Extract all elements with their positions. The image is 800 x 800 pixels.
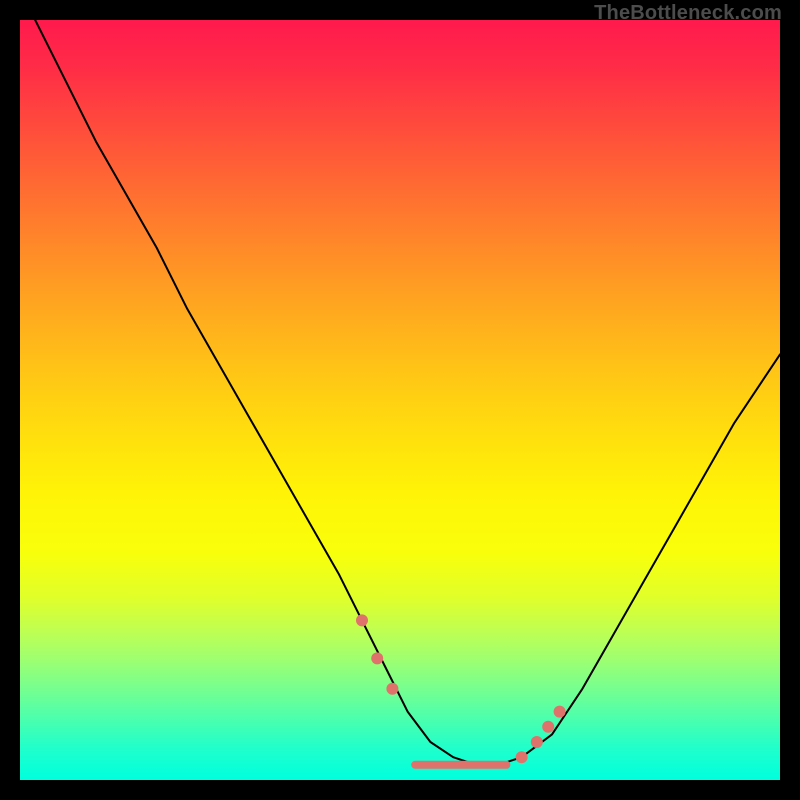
bottleneck-curve (35, 20, 780, 765)
marker-dot (386, 683, 398, 695)
plot-area (20, 20, 780, 780)
marker-dot (542, 721, 554, 733)
chart-frame: TheBottleneck.com (0, 0, 800, 800)
marker-dot (531, 736, 543, 748)
chart-svg (20, 20, 780, 780)
marker-dot (516, 751, 528, 763)
marker-dot (356, 614, 368, 626)
watermark-label: TheBottleneck.com (594, 2, 782, 25)
curve-markers (356, 614, 566, 764)
marker-dot (371, 652, 383, 664)
marker-dot (554, 706, 566, 718)
